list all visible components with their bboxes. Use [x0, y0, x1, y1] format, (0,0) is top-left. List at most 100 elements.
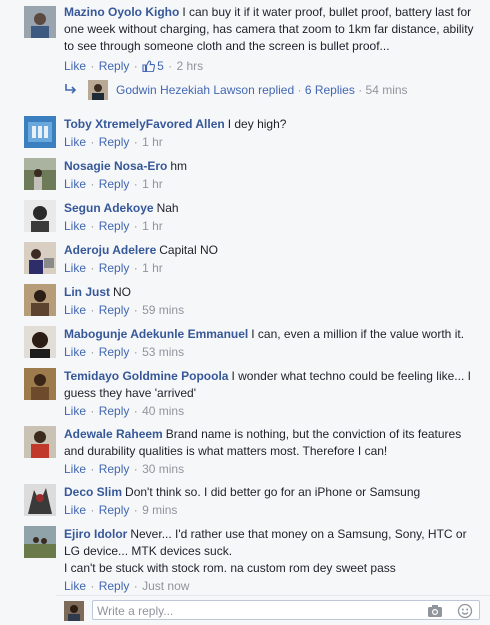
comment-author[interactable]: Mabogunje Adekunle Emmanuel — [64, 327, 248, 341]
comment-actions: Like · Reply · 40 mins — [64, 403, 482, 420]
comment-author[interactable]: Adewale Raheem — [64, 427, 163, 441]
like-button[interactable]: Like — [64, 261, 86, 275]
reply-button[interactable]: Reply — [99, 345, 130, 359]
comment-time[interactable]: 1 hr — [142, 177, 163, 191]
comment-author[interactable]: Mazino Oyolo Kigho — [64, 5, 179, 19]
reply-time[interactable]: 54 mins — [366, 83, 408, 97]
separator: · — [90, 261, 95, 275]
separator: · — [90, 135, 95, 149]
avatar[interactable] — [24, 284, 56, 316]
like-button[interactable]: Like — [64, 579, 86, 593]
like-button[interactable]: Like — [64, 219, 86, 233]
separator: · — [358, 83, 363, 97]
comment-text: Nah — [156, 201, 179, 215]
replies-summary-text[interactable]: Godwin Hezekiah Lawson replied · 6 Repli… — [116, 80, 408, 100]
separator: · — [90, 404, 95, 418]
avatar[interactable] — [24, 242, 56, 274]
comment-author[interactable]: Aderoju Adelere — [64, 243, 156, 257]
reply-count[interactable]: 6 Replies — [305, 83, 355, 97]
reply-author[interactable]: Godwin Hezekiah Lawson — [116, 83, 255, 97]
write-reply-box[interactable] — [92, 600, 480, 620]
comment-actions: Like · Reply · 1 hr — [64, 176, 482, 193]
reply-button[interactable]: Reply — [99, 135, 130, 149]
reply-button[interactable]: Reply — [99, 303, 130, 317]
comment-text: Don't think so. I did better go for an i… — [125, 485, 421, 499]
avatar[interactable] — [24, 116, 56, 148]
comment-actions: Like · Reply · Just now — [64, 578, 482, 595]
comment-text: hm — [170, 159, 188, 173]
write-reply-row — [56, 595, 490, 625]
reply-button[interactable]: Reply — [99, 261, 130, 275]
like-button[interactable]: Like — [64, 503, 86, 517]
avatar[interactable] — [24, 484, 56, 516]
comment-author[interactable]: Segun Adekoye — [64, 201, 154, 215]
separator: · — [133, 219, 138, 233]
comment-actions: Like · Reply · 9 mins — [64, 502, 482, 519]
like-button[interactable]: Like — [64, 462, 86, 476]
reply-button[interactable]: Reply — [99, 177, 130, 191]
comment-time[interactable]: 1 hr — [142, 135, 163, 149]
reply-input[interactable] — [97, 603, 417, 619]
reply-button[interactable]: Reply — [99, 503, 130, 517]
comment-text: NO — [113, 285, 132, 299]
comment-author[interactable]: Temidayo Goldmine Popoola — [64, 369, 228, 383]
comment-time[interactable]: 53 mins — [142, 345, 184, 359]
like-button[interactable]: Like — [64, 303, 86, 317]
reply-button[interactable]: Reply — [99, 462, 130, 476]
comment-author[interactable]: Nosagie Nosa-Ero — [64, 159, 167, 173]
comment-actions: Like · Reply · 53 mins — [64, 344, 482, 361]
like-count-value: 5 — [157, 59, 164, 73]
comment-time[interactable]: Just now — [142, 579, 189, 593]
avatar[interactable] — [24, 426, 56, 458]
separator: · — [133, 261, 138, 275]
separator: · — [90, 303, 95, 317]
separator: · — [133, 579, 138, 593]
avatar[interactable] — [24, 368, 56, 400]
comment-actions: Like · Reply · 1 hr — [64, 134, 482, 151]
avatar[interactable] — [88, 80, 108, 100]
separator: · — [168, 59, 173, 73]
replies-summary[interactable]: Godwin Hezekiah Lawson replied · 6 Repli… — [64, 80, 484, 100]
comment-time[interactable]: 9 mins — [142, 503, 177, 517]
separator: · — [297, 83, 302, 97]
like-count[interactable]: 5 — [142, 59, 164, 73]
reply-button[interactable]: Reply — [99, 404, 130, 418]
separator: · — [133, 462, 138, 476]
avatar[interactable] — [24, 326, 56, 358]
comment-time[interactable]: 30 mins — [142, 462, 184, 476]
avatar[interactable] — [24, 200, 56, 232]
thumbs-up-icon — [142, 60, 156, 72]
comment-time[interactable]: 1 hr — [142, 261, 163, 275]
avatar[interactable] — [24, 158, 56, 190]
reply-button[interactable]: Reply — [99, 579, 130, 593]
reply-button[interactable]: Reply — [99, 219, 130, 233]
comment-time[interactable]: 40 mins — [142, 404, 184, 418]
comment-text: I can, even a million if the value worth… — [251, 327, 465, 341]
comment-time[interactable]: 1 hr — [142, 219, 163, 233]
separator: · — [90, 345, 95, 359]
separator: · — [90, 219, 95, 233]
comment-time[interactable]: 59 mins — [142, 303, 184, 317]
reply-button[interactable]: Reply — [99, 59, 130, 73]
like-button[interactable]: Like — [64, 59, 86, 73]
avatar[interactable] — [24, 6, 56, 38]
comment-author[interactable]: Toby XtremelyFavored Allen — [64, 117, 225, 131]
separator: · — [90, 177, 95, 191]
comment-time[interactable]: 2 hrs — [176, 59, 203, 73]
separator: · — [90, 462, 95, 476]
comment-author[interactable]: Lin Just — [64, 285, 110, 299]
like-button[interactable]: Like — [64, 404, 86, 418]
separator: · — [133, 135, 138, 149]
avatar[interactable] — [24, 526, 56, 558]
emoji-icon[interactable] — [457, 603, 473, 619]
like-button[interactable]: Like — [64, 135, 86, 149]
comment-author[interactable]: Ejiro Idolor — [64, 527, 127, 541]
comment-text: I dey high? — [227, 117, 287, 131]
camera-icon[interactable] — [427, 604, 443, 618]
avatar — [64, 601, 84, 621]
like-button[interactable]: Like — [64, 177, 86, 191]
comment-author[interactable]: Deco Slim — [64, 485, 122, 499]
comment-text: Capital NO — [159, 243, 218, 257]
comment-actions: Like · Reply · 1 hr — [64, 218, 482, 235]
like-button[interactable]: Like — [64, 345, 86, 359]
